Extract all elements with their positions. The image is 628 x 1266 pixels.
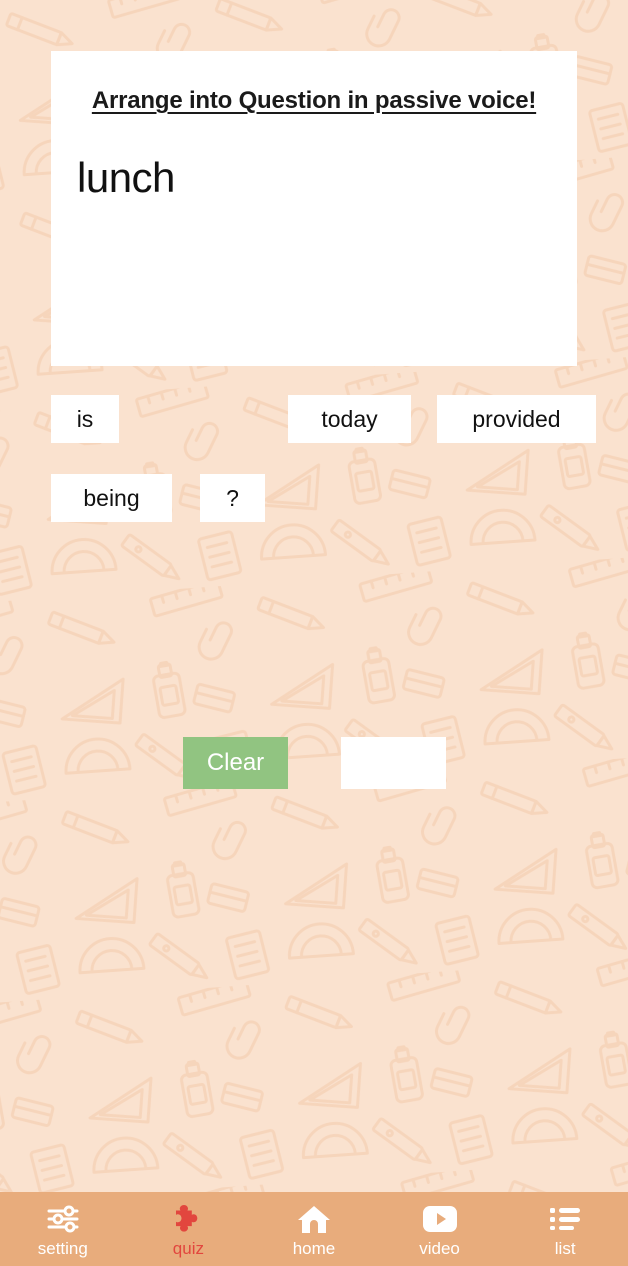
question-answer-card: Arrange into Question in passive voice! …	[51, 51, 577, 366]
action-bar: Clear	[183, 737, 446, 789]
word-tile-empty-slot	[179, 395, 299, 443]
nav-item-video[interactable]: video	[377, 1192, 503, 1266]
nav-item-label: video	[419, 1238, 460, 1258]
nav-item-label: quiz	[172, 1238, 204, 1258]
list-icon	[548, 1202, 582, 1236]
word-tile[interactable]: today	[288, 395, 411, 443]
puzzle-piece-icon	[172, 1202, 204, 1236]
word-tile[interactable]: being	[51, 474, 172, 522]
answer-word[interactable]: lunch	[77, 151, 175, 205]
nav-item-label: home	[292, 1238, 336, 1258]
nav-item-label: list	[554, 1238, 576, 1258]
answer-drop-area[interactable]: lunch	[77, 151, 561, 356]
word-tile[interactable]: provided	[437, 395, 596, 443]
nav-item-setting[interactable]: setting	[0, 1192, 126, 1266]
house-icon	[297, 1202, 331, 1236]
bottom-navigation-bar: setting quiz home video list	[0, 1192, 628, 1266]
check-button[interactable]	[341, 737, 446, 789]
play-button-icon	[422, 1202, 458, 1236]
sliders-icon	[46, 1202, 80, 1236]
nav-item-list[interactable]: list	[502, 1192, 628, 1266]
word-bank-row: being?	[51, 474, 596, 522]
nav-item-quiz[interactable]: quiz	[126, 1192, 252, 1266]
nav-item-label: setting	[37, 1238, 88, 1258]
page-title: Arrange into Question in passive voice!	[91, 87, 537, 114]
clear-button[interactable]: Clear	[183, 737, 288, 789]
word-bank: is today provided being?	[51, 395, 596, 553]
nav-item-home[interactable]: home	[251, 1192, 377, 1266]
word-bank-row: is today provided	[51, 395, 596, 443]
word-tile[interactable]: ?	[200, 474, 265, 522]
word-tile[interactable]: is	[51, 395, 119, 443]
